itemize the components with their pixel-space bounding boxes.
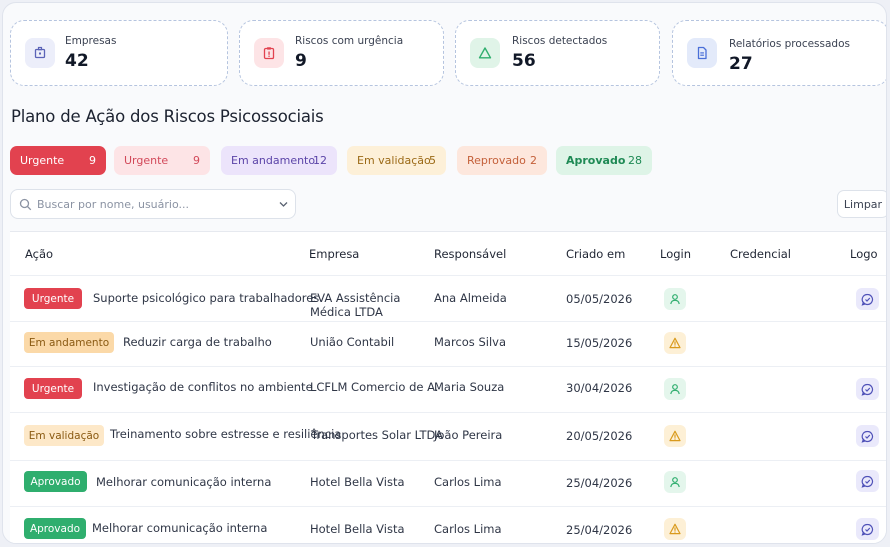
- column-header-credencial: Credencial: [730, 247, 792, 261]
- filter-chip-em-validacao[interactable]: Em validação 5: [347, 146, 446, 175]
- chip-count: 2: [530, 154, 537, 167]
- warning-icon[interactable]: [664, 332, 686, 354]
- company-text: LCFLM Comercio de A.: [310, 380, 439, 394]
- responsible-text: Carlos Lima: [434, 475, 502, 489]
- document-icon: [687, 38, 717, 68]
- stats-row: Empresas 42 Riscos com urgência 9 Riscos…: [10, 20, 886, 86]
- company-text: Transportes Solar LTDA: [311, 428, 444, 442]
- filter-chip-aprovado[interactable]: Aprovado 28: [556, 146, 652, 175]
- stat-value: 27: [729, 54, 753, 74]
- triangle-icon: [470, 38, 500, 68]
- clear-filters-button[interactable]: Limpar: [837, 190, 886, 218]
- logo-chat-icon[interactable]: [856, 425, 879, 447]
- search-input[interactable]: Buscar por nome, usuário...: [10, 189, 296, 219]
- page-title: Plano de Ação dos Riscos Psicossociais: [11, 107, 324, 126]
- status-badge: Urgente: [24, 378, 82, 399]
- column-header-empresa: Empresa: [309, 247, 360, 261]
- chip-count: 9: [89, 154, 96, 167]
- created-date: 30/04/2026: [566, 381, 633, 395]
- status-badge: Aprovado: [24, 518, 86, 539]
- status-badge: Aprovado: [24, 471, 87, 492]
- filter-chip-urgente-active[interactable]: Urgente 9: [10, 146, 106, 175]
- responsible-text: João Pereira: [434, 428, 503, 442]
- filter-chip-urgente[interactable]: Urgente 9: [114, 146, 210, 175]
- action-text: Melhorar comunicação interna: [96, 475, 272, 489]
- responsible-text: Maria Souza: [434, 380, 505, 394]
- logo-chat-icon[interactable]: [856, 378, 879, 400]
- app-frame: Empresas 42 Riscos com urgência 9 Riscos…: [2, 2, 887, 544]
- stat-label: Relatórios processados: [729, 38, 850, 50]
- action-text: Reduzir carga de trabalho: [123, 335, 272, 349]
- action-text: Treinamento sobre estresse e resiliência: [110, 427, 342, 441]
- logo-chat-icon[interactable]: [856, 288, 879, 310]
- table-row[interactable]: Urgente Investigação de conflitos no amb…: [10, 366, 886, 412]
- table-row[interactable]: Em validação Treinamento sobre estresse …: [10, 412, 886, 460]
- company-text-line2: Médica LTDA: [310, 305, 383, 319]
- chip-label: Urgente: [20, 154, 65, 167]
- chip-count: 28: [628, 154, 642, 167]
- chip-label: Urgente: [124, 154, 169, 167]
- created-date: 20/05/2026: [566, 429, 633, 443]
- logo-chat-icon[interactable]: [856, 470, 879, 492]
- action-text: Investigação de conflitos no ambiente: [93, 380, 313, 394]
- search-placeholder: Buscar por nome, usuário...: [37, 198, 189, 211]
- stat-label: Riscos detectados: [512, 35, 608, 47]
- stat-card-riscos-urgencia: Riscos com urgência 9: [239, 20, 444, 86]
- stat-card-riscos-detectados: Riscos detectados 56: [455, 20, 660, 86]
- clipboard-alert-icon: [254, 38, 284, 68]
- stat-value: 9: [295, 51, 307, 71]
- table-row[interactable]: Em andamento Reduzir carga de trabalho U…: [10, 321, 886, 366]
- warning-icon[interactable]: [664, 425, 686, 447]
- responsible-text: Carlos Lima: [434, 522, 502, 536]
- stat-label: Empresas: [65, 35, 117, 47]
- action-text: Suporte psicológico para trabalhadores: [93, 291, 320, 305]
- chip-label: Em validação: [357, 154, 431, 167]
- column-header-acao: Ação: [25, 247, 54, 261]
- stat-value: 56: [512, 51, 536, 71]
- building-icon: [25, 38, 55, 68]
- filter-chip-reprovado[interactable]: Reprovado 2: [457, 146, 547, 175]
- column-header-logo: Logo: [850, 247, 878, 261]
- chip-label: Em andamento: [231, 154, 316, 167]
- table-row[interactable]: Aprovado Melhorar comunicação interna Ho…: [10, 506, 886, 543]
- company-text: EVA Assistência: [310, 291, 401, 305]
- search-icon: [19, 198, 32, 211]
- created-date: 05/05/2026: [566, 292, 633, 306]
- chip-count: 12: [313, 154, 327, 167]
- created-date: 15/05/2026: [566, 336, 633, 350]
- user-check-icon[interactable]: [664, 471, 686, 493]
- user-check-icon[interactable]: [664, 378, 686, 400]
- responsible-text: Marcos Silva: [434, 335, 506, 349]
- chip-count: 9: [193, 154, 200, 167]
- column-header-responsavel: Responsável: [434, 247, 507, 261]
- table-row[interactable]: Urgente Suporte psicológico para trabalh…: [10, 275, 886, 321]
- logo-chat-icon[interactable]: [856, 518, 879, 540]
- created-date: 25/04/2026: [566, 523, 633, 537]
- stat-card-relatorios: Relatórios processados 27: [672, 20, 886, 86]
- status-badge: Em validação: [24, 425, 104, 446]
- actions-table: Ação Empresa Responsável Criado em Login…: [10, 231, 886, 543]
- created-date: 25/04/2026: [566, 476, 633, 490]
- stat-card-empresas: Empresas 42: [10, 20, 228, 86]
- responsible-text: Ana Almeida: [434, 291, 507, 305]
- filter-chip-em-andamento[interactable]: Em andamento 12: [221, 146, 337, 175]
- chip-count: 5: [429, 154, 436, 167]
- company-text: Hotel Bella Vista: [310, 475, 405, 489]
- column-header-criado-em: Criado em: [566, 247, 626, 261]
- warning-icon[interactable]: [664, 518, 686, 540]
- chevron-down-icon[interactable]: [279, 201, 288, 208]
- column-header-login: Login: [660, 247, 692, 261]
- company-text: Hotel Bella Vista: [310, 522, 405, 536]
- company-text: União Contabil: [310, 335, 395, 349]
- stat-label: Riscos com urgência: [295, 35, 404, 47]
- stat-value: 42: [65, 51, 89, 71]
- status-badge: Urgente: [24, 288, 82, 309]
- user-check-icon[interactable]: [664, 288, 686, 310]
- chip-label: Reprovado: [467, 154, 526, 167]
- table-row[interactable]: Aprovado Melhorar comunicação interna Ho…: [10, 460, 886, 506]
- chip-label: Aprovado: [566, 154, 626, 167]
- status-badge: Em andamento: [24, 332, 114, 353]
- action-text: Melhorar comunicação interna: [92, 521, 268, 535]
